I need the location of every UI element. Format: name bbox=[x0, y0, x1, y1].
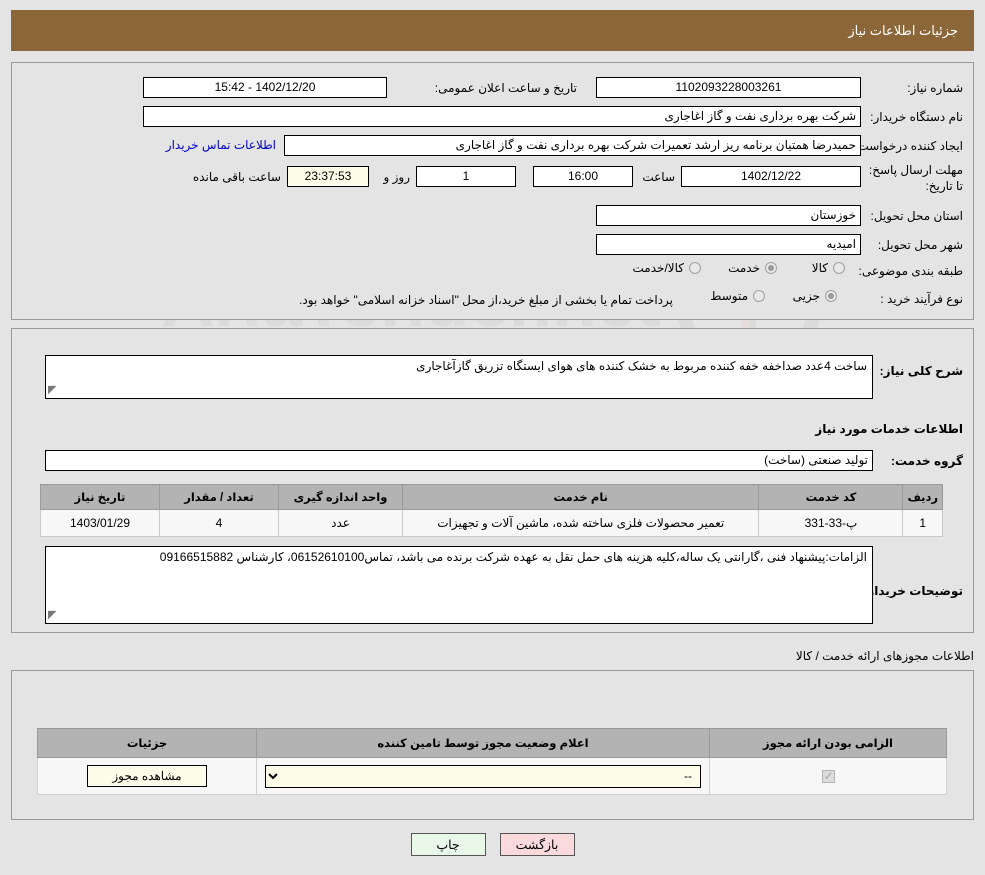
cell-name: تعمیر محصولات فلزی ساخته شده، ماشین آلات… bbox=[401, 509, 760, 537]
radio-category-kala[interactable]: کالا bbox=[812, 261, 845, 275]
countdown-timer-value: 23:37:53 bbox=[287, 166, 369, 187]
need-summary-text[interactable]: ساخت 4عدد صداخفه خفه کننده مربوط به خشک … bbox=[45, 355, 873, 399]
col-unit: واحد اندازه گیری bbox=[278, 484, 403, 510]
cell-permit-status: -- bbox=[256, 757, 710, 795]
radio-label: خدمت bbox=[728, 261, 760, 275]
cell-permit-detail: مشاهده مجوز bbox=[37, 757, 257, 795]
col-permit-status: اعلام وضعیت مجوز توسط تامین کننده bbox=[256, 728, 710, 758]
need-number-label: شماره نیاز: bbox=[907, 81, 963, 95]
page-title: جزئیات اطلاعات نیاز bbox=[848, 22, 958, 38]
delivery-province-label: استان محل تحویل: bbox=[870, 209, 963, 223]
purchase-process-label: نوع فرآیند خرید : bbox=[880, 292, 963, 306]
table-header-row: ردیف کد خدمت نام خدمت واحد اندازه گیری ت… bbox=[40, 484, 943, 510]
cell-permit-required bbox=[709, 757, 947, 795]
purchase-process-note: پرداخت تمام یا بخشی از مبلغ خرید،از محل … bbox=[299, 293, 673, 307]
request-creator-label: ایجاد کننده درخواست: bbox=[854, 139, 963, 153]
need-details-panel: شرح کلی نیاز: ساخت 4عدد صداخفه خفه کننده… bbox=[11, 328, 974, 633]
page-title-bar: جزئیات اطلاعات نیاز bbox=[11, 10, 974, 51]
buyer-contact-link[interactable]: اطلاعات تماس خریدار bbox=[166, 138, 276, 152]
need-summary-label: شرح کلی نیاز: bbox=[879, 364, 963, 378]
permits-header-row: الزامی بودن ارائه مجوز اعلام وضعیت مجوز … bbox=[37, 728, 947, 758]
delivery-province-value: خوزستان bbox=[596, 205, 861, 226]
subject-category-label: طبقه بندی موضوعی: bbox=[858, 264, 963, 278]
deadline-hour-value: 16:00 bbox=[533, 166, 633, 187]
announce-datetime-value: 1402/12/20 - 15:42 bbox=[143, 77, 387, 98]
radio-indicator[interactable] bbox=[689, 262, 701, 274]
cell-date: 1403/01/29 bbox=[40, 509, 160, 537]
buyer-notes-text[interactable]: الزامات:پیشنهاد فنی ،گارانتی یک ساله،کلی… bbox=[45, 546, 873, 624]
resize-grip-icon[interactable]: ◥ bbox=[48, 609, 60, 622]
buyer-notes-text-value: الزامات:پیشنهاد فنی ،گارانتی یک ساله،کلی… bbox=[159, 550, 867, 564]
buyer-notes-label: توضیحات خریدار: bbox=[863, 584, 963, 598]
radio-indicator[interactable] bbox=[825, 290, 837, 302]
need-summary-panel: شماره نیاز: 1102093228003261 تاریخ و ساع… bbox=[11, 62, 974, 320]
service-group-value: تولید صنعتی (ساخت) bbox=[45, 450, 873, 471]
cell-row: 1 bbox=[902, 509, 943, 537]
radio-label: متوسط bbox=[710, 289, 748, 303]
print-button[interactable]: چاپ bbox=[410, 833, 486, 856]
need-number-value: 1102093228003261 bbox=[596, 77, 861, 98]
permits-panel: الزامی بودن ارائه مجوز اعلام وضعیت مجوز … bbox=[11, 670, 974, 820]
response-deadline-label: مهلت ارسال پاسخ: تا تاریخ: bbox=[868, 163, 963, 193]
col-name: نام خدمت bbox=[401, 484, 760, 510]
back-button[interactable]: بازگشت bbox=[499, 833, 575, 856]
radio-category-kala-khedmat[interactable]: کالا/خدمت bbox=[633, 261, 701, 275]
cell-code: پ-33-331 bbox=[758, 509, 904, 537]
page-root: AriaTender.net جزئیات اطلاعات نیاز شماره… bbox=[0, 0, 985, 875]
radio-label: کالا bbox=[811, 261, 828, 275]
need-summary-text-value: ساخت 4عدد صداخفه خفه کننده مربوط به خشک … bbox=[416, 359, 867, 373]
col-code: کد خدمت bbox=[758, 484, 904, 510]
col-permit-required: الزامی بودن ارائه مجوز bbox=[709, 728, 947, 758]
deadline-hour-label: ساعت bbox=[642, 170, 675, 184]
deadline-date-value: 1402/12/22 bbox=[681, 166, 861, 187]
delivery-city-value: امیدیه bbox=[596, 234, 861, 255]
permits-section-caption: اطلاعات مجوزهای ارائه خدمت / کالا bbox=[795, 649, 974, 663]
cell-unit: عدد bbox=[278, 509, 403, 537]
view-permit-button[interactable]: مشاهده مجوز bbox=[87, 765, 207, 787]
col-qty: تعداد / مقدار bbox=[159, 484, 279, 510]
permit-status-select[interactable]: -- bbox=[265, 764, 701, 788]
radio-process-jozii[interactable]: جزیی bbox=[793, 289, 837, 303]
footer-button-bar: بازگشت چاپ bbox=[0, 833, 985, 856]
table-row: 1 پ-33-331 تعمیر محصولات فلزی ساخته شده،… bbox=[40, 509, 943, 537]
radio-indicator[interactable] bbox=[753, 290, 765, 302]
request-creator-value: حمیدرضا همتیان برنامه ریز ارشد تعمیرات ش… bbox=[284, 135, 861, 156]
service-group-label: گروه خدمت: bbox=[890, 454, 963, 468]
delivery-city-label: شهر محل تحویل: bbox=[877, 238, 963, 252]
cell-qty: 4 bbox=[159, 509, 279, 537]
announce-datetime-label: تاریخ و ساعت اعلان عمومی: bbox=[434, 81, 577, 95]
resize-grip-icon[interactable]: ◥ bbox=[48, 384, 60, 397]
days-remaining-label: روز و bbox=[383, 170, 410, 184]
radio-label: کالا/خدمت bbox=[632, 261, 684, 275]
permit-required-checkbox bbox=[821, 769, 835, 784]
radio-category-khedmat[interactable]: خدمت bbox=[728, 261, 777, 275]
permits-row: -- مشاهده مجوز bbox=[37, 757, 947, 795]
radio-indicator[interactable] bbox=[833, 262, 845, 274]
radio-label: جزیی bbox=[792, 289, 820, 303]
col-date: تاریخ نیاز bbox=[40, 484, 160, 510]
permits-table: الزامی بودن ارائه مجوز اعلام وضعیت مجوز … bbox=[37, 728, 947, 795]
time-remaining-label: ساعت باقی مانده bbox=[192, 170, 281, 184]
col-permit-detail: جزئیات bbox=[37, 728, 257, 758]
days-remaining-value: 1 bbox=[416, 166, 516, 187]
buyer-org-value: شرکت بهره برداری نفت و گاز اغاجاری bbox=[143, 106, 861, 127]
services-info-heading: اطلاعات خدمات مورد نیاز bbox=[815, 422, 963, 436]
radio-indicator[interactable] bbox=[765, 262, 777, 274]
radio-process-motevaset[interactable]: متوسط bbox=[710, 289, 765, 303]
buyer-org-label: نام دستگاه خریدار: bbox=[870, 110, 963, 124]
services-table: ردیف کد خدمت نام خدمت واحد اندازه گیری ت… bbox=[40, 484, 943, 537]
col-row: ردیف bbox=[902, 484, 943, 510]
